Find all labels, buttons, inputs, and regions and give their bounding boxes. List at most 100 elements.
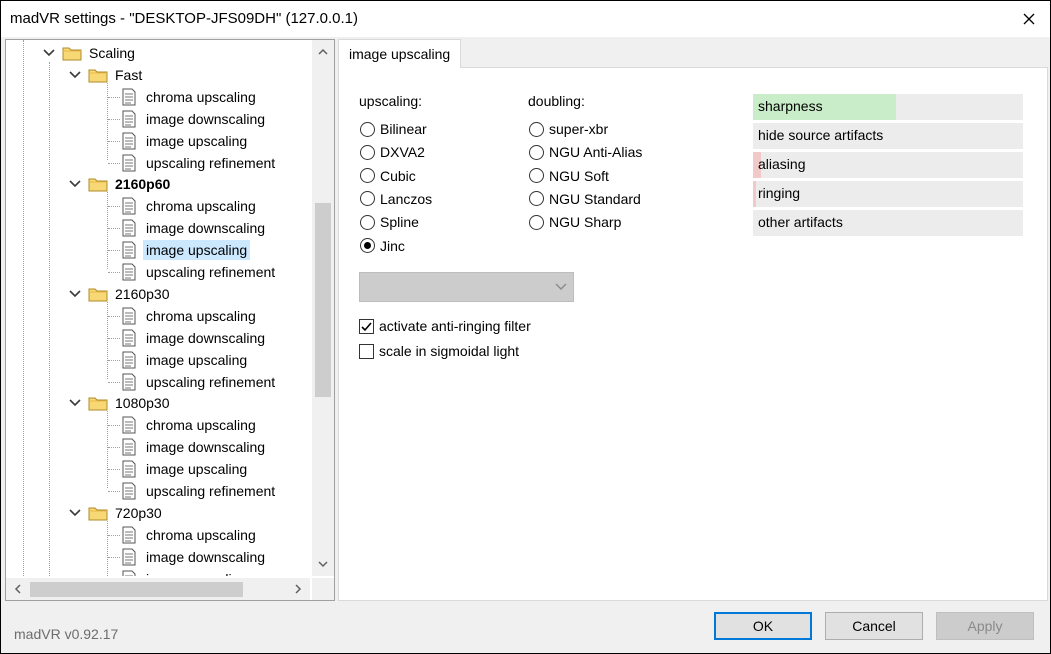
expand-toggle[interactable] xyxy=(42,46,56,60)
tree-item[interactable]: image downscaling xyxy=(143,218,268,238)
scroll-up-button[interactable] xyxy=(313,42,333,62)
page-icon xyxy=(122,197,136,215)
radio-label: NGU Sharp xyxy=(549,214,622,231)
radio-button[interactable] xyxy=(360,238,375,253)
tree-root-scaling[interactable]: Scaling xyxy=(86,43,138,63)
tree-item[interactable]: image upscaling xyxy=(143,569,250,576)
page-icon xyxy=(122,219,136,237)
radio-ngu-standard[interactable]: NGU Standard xyxy=(529,188,641,210)
radio-button[interactable] xyxy=(360,121,375,137)
tree-item[interactable]: image upscaling xyxy=(143,240,251,261)
radio-button[interactable] xyxy=(529,168,544,184)
page-icon xyxy=(122,307,136,325)
radio-button[interactable] xyxy=(360,214,375,230)
tree-item[interactable]: upscaling refinement xyxy=(143,153,278,173)
tree-item[interactable]: chroma upscaling xyxy=(143,87,259,107)
tree-item[interactable]: chroma upscaling xyxy=(143,196,259,216)
folder-icon xyxy=(62,47,82,61)
page-icon xyxy=(122,416,136,434)
tree-item[interactable]: chroma upscaling xyxy=(143,306,259,326)
expand-toggle[interactable] xyxy=(68,287,82,301)
scroll-right-button[interactable] xyxy=(288,579,308,599)
radio-ngu-sharp[interactable]: NGU Sharp xyxy=(529,211,621,233)
tree-item[interactable]: image upscaling xyxy=(143,350,250,370)
radio-button[interactable] xyxy=(360,191,375,207)
page-icon xyxy=(122,373,136,390)
tree-item[interactable]: image upscaling xyxy=(143,459,250,479)
tree-item[interactable]: upscaling refinement xyxy=(143,372,278,392)
radio-button[interactable] xyxy=(529,144,544,160)
tree-connector xyxy=(107,192,108,270)
radio-label: NGU Anti-Alias xyxy=(549,144,643,161)
checkbox[interactable] xyxy=(359,318,374,334)
tree-item[interactable]: image downscaling xyxy=(143,109,268,129)
tree-item[interactable]: chroma upscaling xyxy=(143,525,259,545)
tree-connector xyxy=(108,118,120,120)
radio-button[interactable] xyxy=(529,121,544,137)
tab-image-upscaling[interactable]: image upscaling xyxy=(338,39,462,68)
radio-jinc[interactable]: Jinc xyxy=(360,235,405,257)
radio-button[interactable] xyxy=(360,168,375,184)
page-icon xyxy=(122,88,136,106)
tree-item[interactable]: upscaling refinement xyxy=(143,481,278,501)
tree-item[interactable]: upscaling refinement xyxy=(143,262,278,282)
radio-button[interactable] xyxy=(360,144,375,160)
expand-toggle[interactable] xyxy=(68,506,82,520)
tree-item[interactable]: chroma upscaling xyxy=(143,415,259,435)
close-button[interactable] xyxy=(1014,4,1044,34)
cancel-button[interactable]: Cancel xyxy=(825,612,923,640)
tree-group-1080p30[interactable]: 1080p30 xyxy=(112,393,173,413)
tree-group-2160p60[interactable]: 2160p60 xyxy=(112,174,173,194)
tree-group-720p30[interactable]: 720p30 xyxy=(112,503,165,523)
radio-spline[interactable]: Spline xyxy=(360,211,419,233)
tree-connector xyxy=(108,250,120,252)
radio-label: Spline xyxy=(380,214,419,231)
scroll-left-button[interactable] xyxy=(8,579,28,599)
checkbox-activate-anti-ringing-filter[interactable]: activate anti-ringing filter xyxy=(359,315,531,337)
quality-bar-ringing: ringing xyxy=(753,181,1023,207)
tree-item[interactable]: image downscaling xyxy=(143,547,268,567)
settings-tree[interactable]: Scaling Fast chroma upscaling image downsca… xyxy=(5,39,335,601)
page-icon xyxy=(122,570,136,576)
page-icon xyxy=(122,219,136,237)
apply-button[interactable]: Apply xyxy=(936,612,1034,640)
scroll-down-button[interactable] xyxy=(313,554,333,574)
tree-vertical-scrollbar[interactable] xyxy=(312,40,334,576)
tree-item[interactable]: image downscaling xyxy=(143,437,268,457)
expand-toggle[interactable] xyxy=(68,68,82,82)
tree-vertical-scroll-thumb[interactable] xyxy=(315,203,331,397)
radio-button[interactable] xyxy=(529,191,544,207)
tree-connector xyxy=(108,228,120,230)
tree-connector xyxy=(108,206,120,208)
folder-icon xyxy=(88,286,108,302)
tree-group-2160p30[interactable]: 2160p30 xyxy=(112,284,173,304)
tree-horizontal-scroll-thumb[interactable] xyxy=(30,582,243,597)
radio-bilinear[interactable]: Bilinear xyxy=(360,118,427,140)
page-icon xyxy=(122,132,136,150)
radio-label: Jinc xyxy=(380,237,405,254)
checkbox-scale-in-sigmoidal-light[interactable]: scale in sigmoidal light xyxy=(359,340,519,362)
ok-button[interactable]: OK xyxy=(714,612,812,640)
tree-item[interactable]: image upscaling xyxy=(143,131,250,151)
tree-group-fast[interactable]: Fast xyxy=(112,65,145,85)
tree-item[interactable]: image downscaling xyxy=(143,328,268,348)
radio-dxva2[interactable]: DXVA2 xyxy=(360,141,425,163)
radio-button[interactable] xyxy=(529,214,544,230)
radio-cubic[interactable]: Cubic xyxy=(360,165,416,187)
page-icon xyxy=(122,132,136,150)
tree-connector xyxy=(108,469,120,471)
radio-ngu-soft[interactable]: NGU Soft xyxy=(529,165,609,187)
page-icon xyxy=(122,307,136,325)
expand-toggle[interactable] xyxy=(68,177,82,191)
quality-bar-label: hide source artifacts xyxy=(758,127,884,143)
tree-connector xyxy=(108,491,120,492)
folder-icon xyxy=(88,395,108,411)
checkbox[interactable] xyxy=(359,343,374,359)
tree-horizontal-scrollbar[interactable] xyxy=(6,578,310,600)
radio-ngu-anti-alias[interactable]: NGU Anti-Alias xyxy=(529,141,642,163)
expand-toggle[interactable] xyxy=(68,396,82,410)
radio-lanczos[interactable]: Lanczos xyxy=(360,188,432,210)
tree-connector xyxy=(107,301,108,379)
radio-super-xbr[interactable]: super-xbr xyxy=(529,118,608,140)
upscaling-options-dropdown[interactable] xyxy=(359,272,574,302)
